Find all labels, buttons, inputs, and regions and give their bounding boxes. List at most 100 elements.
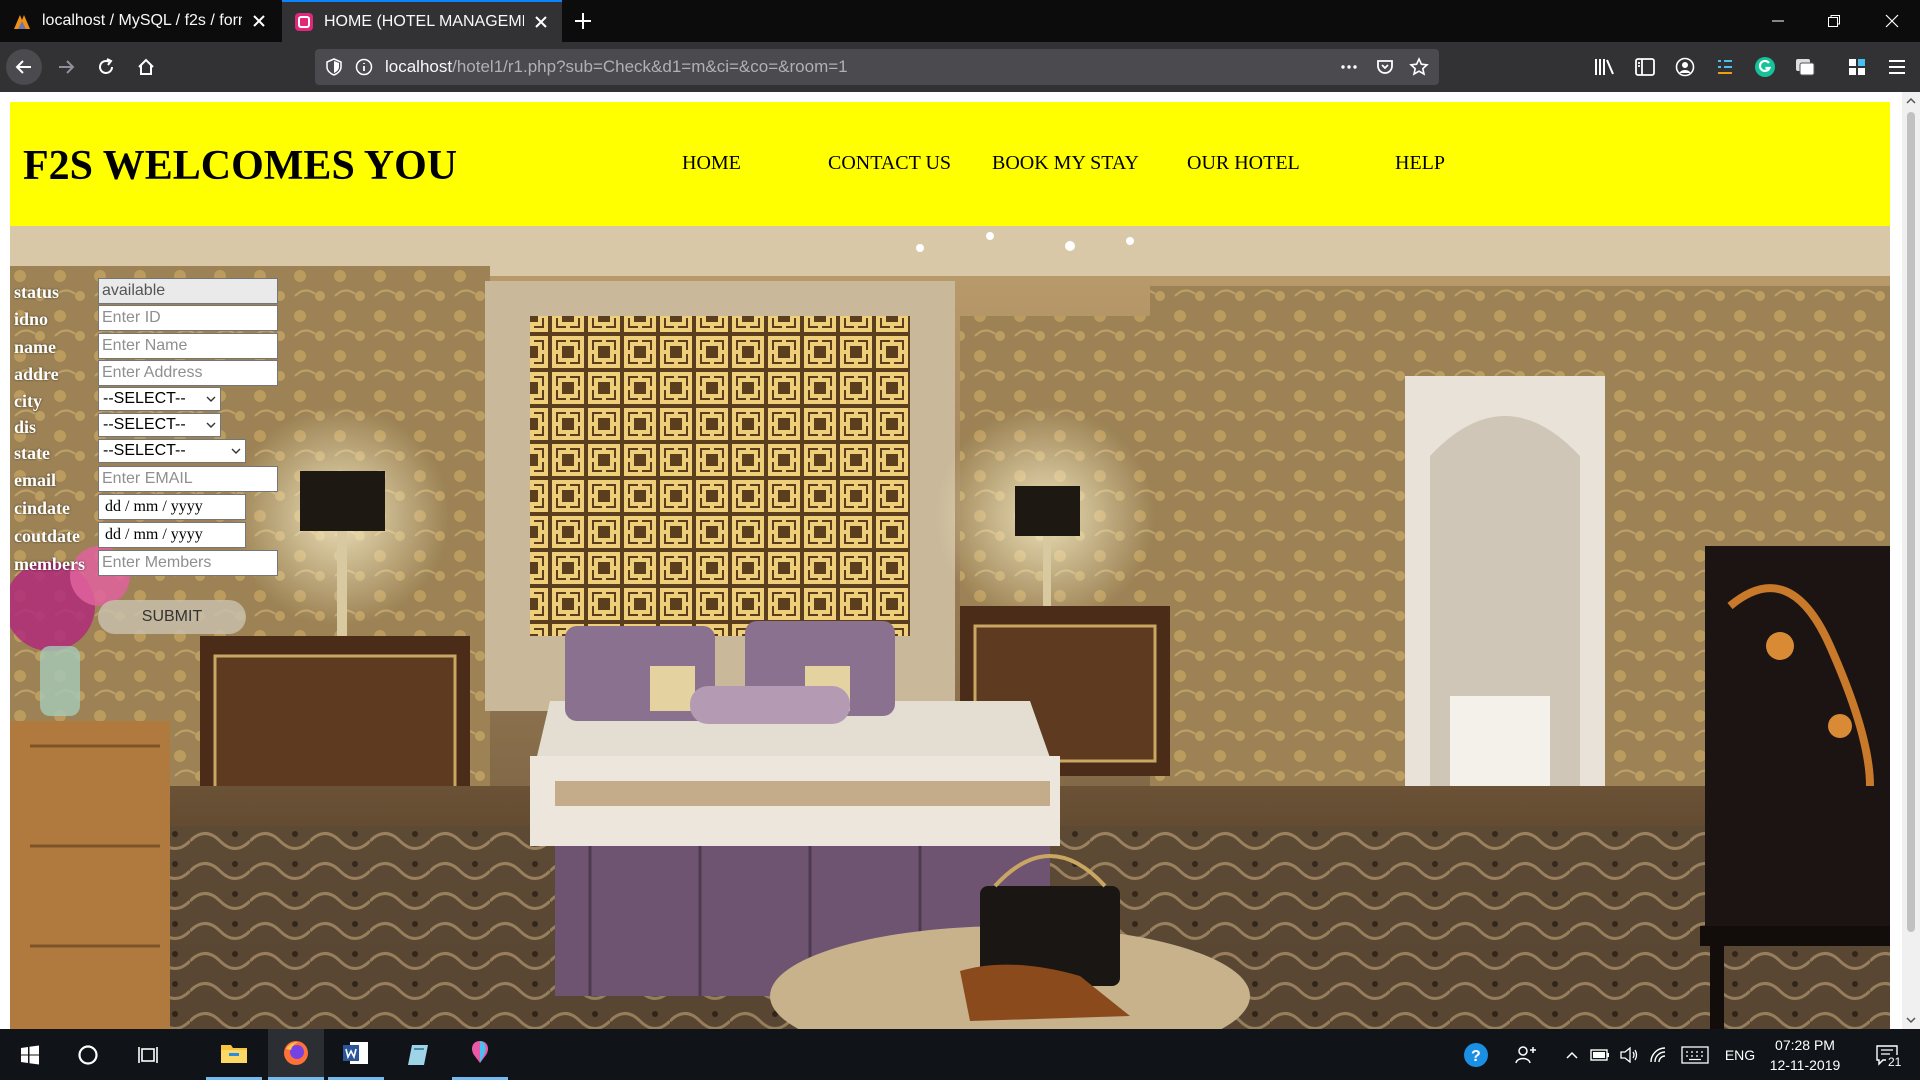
grammarly-icon bbox=[1755, 57, 1775, 77]
word-icon bbox=[343, 1042, 368, 1064]
people-tray-button[interactable] bbox=[1508, 1029, 1544, 1080]
browser-tab-bar: localhost / MySQL / f2s / form | phpMyAd… bbox=[0, 0, 1920, 42]
chevron-down-icon bbox=[231, 448, 241, 454]
chevron-up-icon bbox=[1566, 1051, 1578, 1059]
minimize-button[interactable] bbox=[1750, 0, 1806, 42]
bookmark-star-icon[interactable] bbox=[1409, 57, 1429, 77]
district-select[interactable]: --SELECT-- bbox=[98, 413, 221, 437]
start-button[interactable] bbox=[2, 1029, 58, 1080]
nav-link-help[interactable]: HELP bbox=[1395, 152, 1445, 175]
site-title: F2S WELCOMES YOU bbox=[23, 143, 458, 189]
people-icon bbox=[1515, 1045, 1536, 1063]
browser-toolbar: localhost/hotel1/r1.php?sub=Check&d1=m&c… bbox=[0, 42, 1920, 92]
chevron-down-icon bbox=[206, 396, 216, 402]
address-bar[interactable]: localhost/hotel1/r1.php?sub=Check&d1=m&c… bbox=[315, 49, 1439, 85]
notification-count-badge: 21 bbox=[1886, 1055, 1904, 1069]
url-path: /hotel1/r1.php?sub=Check&d1=m&ci=&co=&ro… bbox=[452, 57, 848, 76]
touch-keyboard-button[interactable] bbox=[1678, 1029, 1712, 1080]
chevron-down-icon bbox=[206, 422, 216, 428]
taskbar-word[interactable] bbox=[328, 1029, 384, 1080]
minimize-icon bbox=[1772, 20, 1784, 22]
vertical-scrollbar[interactable] bbox=[1902, 92, 1920, 1029]
wifi-icon bbox=[1650, 1046, 1666, 1062]
address-label: addre bbox=[14, 364, 59, 384]
email-input[interactable] bbox=[98, 466, 278, 492]
email-label: email bbox=[14, 470, 56, 490]
clock-time: 07:28 PM bbox=[1775, 1037, 1835, 1053]
members-input[interactable] bbox=[98, 550, 278, 576]
battery-tray-button[interactable] bbox=[1588, 1029, 1612, 1080]
menu-button[interactable] bbox=[1884, 54, 1910, 80]
taskbar-firefox[interactable] bbox=[268, 1029, 324, 1080]
help-question-icon: ? bbox=[1464, 1042, 1488, 1067]
extensions-button[interactable] bbox=[1844, 54, 1870, 80]
show-hidden-icons-button[interactable] bbox=[1560, 1029, 1584, 1080]
scroll-down-icon[interactable] bbox=[1902, 1013, 1920, 1027]
extension-list-button[interactable] bbox=[1712, 54, 1738, 80]
new-tab-icon[interactable] bbox=[570, 8, 596, 34]
language-indicator[interactable]: ENG bbox=[1720, 1029, 1760, 1080]
site-header: F2S WELCOMES YOU HOME CONTACT US BOOK MY… bbox=[10, 102, 1890, 226]
nav-link-home[interactable]: HOME bbox=[682, 152, 741, 175]
grammarly-button[interactable] bbox=[1752, 54, 1778, 80]
nav-link-contact-us[interactable]: CONTACT US bbox=[828, 152, 951, 175]
name-input[interactable] bbox=[98, 333, 278, 359]
info-icon[interactable] bbox=[355, 58, 373, 76]
city-select[interactable]: --SELECT-- bbox=[98, 387, 221, 411]
restore-icon bbox=[1828, 15, 1840, 27]
forward-button[interactable] bbox=[48, 49, 84, 85]
battery-icon bbox=[1590, 1048, 1609, 1061]
tab-hotel-management[interactable]: HOME (HOTEL MANAGEMENT) bbox=[282, 0, 562, 42]
keyboard-icon bbox=[1681, 1045, 1709, 1064]
scroll-up-icon[interactable] bbox=[1902, 94, 1920, 108]
status-field[interactable] bbox=[98, 278, 278, 304]
help-tray-button[interactable]: ? bbox=[1456, 1029, 1496, 1080]
taskbar-clock[interactable]: 07:28 PM 12-11-2019 bbox=[1762, 1035, 1848, 1075]
restore-button[interactable] bbox=[1806, 0, 1862, 42]
task-view-button[interactable] bbox=[120, 1029, 176, 1080]
tab-phpmyadmin[interactable]: localhost / MySQL / f2s / form | phpMyAd… bbox=[0, 0, 280, 42]
name-label: name bbox=[14, 337, 56, 357]
close-window-button[interactable] bbox=[1864, 0, 1920, 42]
address-input[interactable] bbox=[98, 360, 278, 386]
wifi-tray-button[interactable] bbox=[1646, 1029, 1672, 1080]
idno-input[interactable] bbox=[98, 305, 278, 331]
pocket-icon[interactable] bbox=[1375, 57, 1395, 77]
checkin-date-label: cindate bbox=[14, 498, 70, 518]
district-select-value: --SELECT-- bbox=[103, 416, 186, 433]
checkin-date-input[interactable]: dd / mm / yyyy bbox=[98, 494, 246, 520]
status-label: status bbox=[14, 282, 60, 302]
hamburger-menu-icon bbox=[1889, 60, 1905, 74]
folder-icon bbox=[221, 1045, 247, 1063]
action-center-button[interactable]: 21 bbox=[1862, 1029, 1912, 1080]
library-button[interactable] bbox=[1592, 54, 1618, 80]
home-icon bbox=[138, 58, 154, 75]
date-placeholder: dd / mm / yyyy bbox=[105, 526, 203, 543]
close-tab-icon[interactable] bbox=[250, 12, 268, 30]
screenshot-extension-button[interactable] bbox=[1792, 54, 1818, 80]
search-button[interactable] bbox=[60, 1029, 116, 1080]
account-icon bbox=[1675, 57, 1695, 77]
puzzle-icon bbox=[1849, 59, 1865, 75]
sidebar-button[interactable] bbox=[1632, 54, 1658, 80]
home-button[interactable] bbox=[128, 49, 164, 85]
more-actions-icon[interactable] bbox=[1339, 57, 1359, 77]
speaker-icon bbox=[1620, 1046, 1638, 1063]
scrollbar-thumb[interactable] bbox=[1907, 112, 1915, 932]
taskbar-paint-app[interactable] bbox=[452, 1029, 508, 1080]
reload-button[interactable] bbox=[88, 49, 124, 85]
svg-text:?: ? bbox=[1471, 1048, 1481, 1065]
checkout-date-input[interactable]: dd / mm / yyyy bbox=[98, 522, 246, 548]
taskbar-notepad-app[interactable] bbox=[390, 1029, 446, 1080]
submit-button[interactable]: SUBMIT bbox=[98, 600, 246, 634]
volume-tray-button[interactable] bbox=[1616, 1029, 1642, 1080]
nav-link-book-my-stay[interactable]: BOOK MY STAY bbox=[992, 152, 1139, 175]
taskbar-file-explorer[interactable] bbox=[206, 1029, 262, 1080]
close-tab-icon[interactable] bbox=[532, 13, 550, 31]
arrow-left-icon bbox=[15, 60, 31, 74]
nav-link-our-hotel[interactable]: OUR HOTEL bbox=[1187, 152, 1300, 175]
state-select[interactable]: --SELECT-- bbox=[98, 439, 246, 463]
account-button[interactable] bbox=[1672, 54, 1698, 80]
back-button[interactable] bbox=[6, 49, 42, 85]
phpmyadmin-icon bbox=[14, 15, 30, 29]
